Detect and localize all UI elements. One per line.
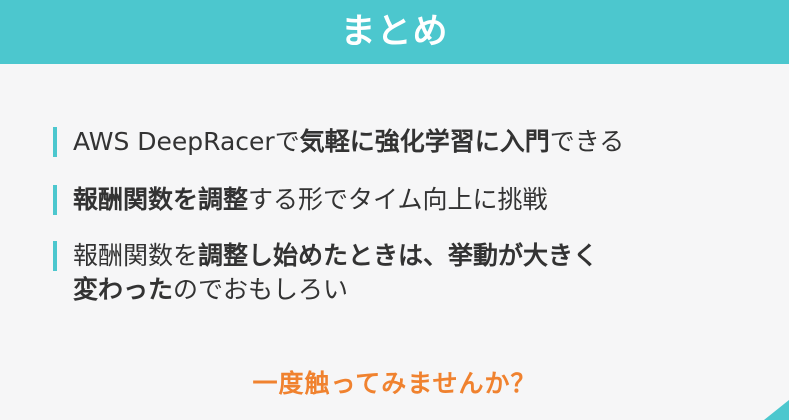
bullet-3-highlight: 調整し始めたときは、挙動が大きく (198, 241, 599, 270)
bullet-3-text-start: 報酬関数を (73, 241, 199, 270)
bullet-3-text-end: のでおもしろい (173, 275, 349, 304)
bullet-2-highlight: 報酬関数を調整 (73, 185, 249, 214)
bullet-2-text: する形でタイム向上に挑戦 (248, 185, 548, 214)
page-title: まとめ (340, 11, 449, 52)
header-bar: まとめ (0, 0, 789, 64)
bullet-item-3: 報酬関数を調整し始めたときは、挙動が大きく 変わったのでおもしろい (53, 239, 753, 307)
bullet-3-highlight-2: 変わった (73, 275, 174, 304)
corner-decoration (764, 400, 789, 420)
bullet-1-highlight: 気軽に強化学習に入門 (299, 127, 550, 156)
summary-content: AWS DeepRacerで気軽に強化学習に入門できる 報酬関数を調整する形でタ… (53, 125, 753, 307)
bullet-1-text-start: AWS DeepRacerで (73, 127, 300, 156)
bullet-3-line-2: 変わったのでおもしろい (73, 273, 753, 307)
call-to-action: 一度触ってみませんか？ (252, 369, 537, 398)
bullet-item-1: AWS DeepRacerで気軽に強化学習に入門できる (53, 125, 753, 159)
bullet-1-text-end: できる (549, 127, 625, 156)
bullet-item-2: 報酬関数を調整する形でタイム向上に挑戦 (53, 183, 753, 217)
